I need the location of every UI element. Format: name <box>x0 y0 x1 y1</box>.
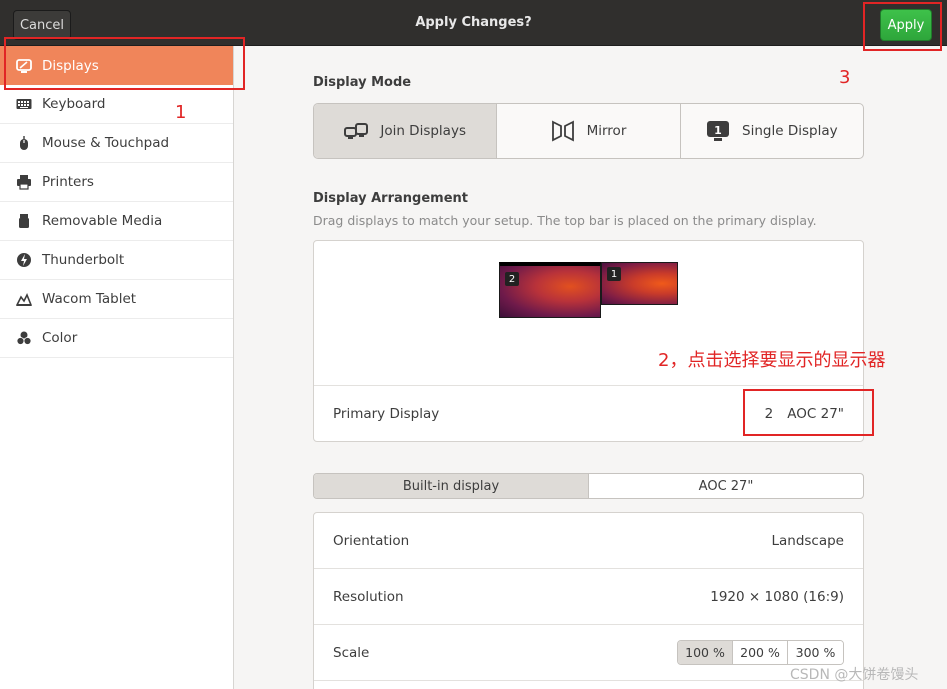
primary-display-name: AOC 27" <box>787 406 844 422</box>
sidebar-item-label: Mouse & Touchpad <box>42 135 170 151</box>
annotation-step-3: 3 <box>839 67 851 88</box>
sidebar: Displays Keyboard Mouse & Touchpad Print… <box>0 46 234 689</box>
sidebar-item-mouse-touchpad[interactable]: Mouse & Touchpad <box>0 124 233 163</box>
sidebar-item-color[interactable]: Color <box>0 319 233 358</box>
sidebar-item-keyboard[interactable]: Keyboard <box>0 85 233 124</box>
sidebar-item-printers[interactable]: Printers <box>0 163 233 202</box>
tab-aoc-27[interactable]: AOC 27" <box>589 474 863 498</box>
apply-button[interactable]: Apply <box>880 9 932 41</box>
display-arrangement-heading: Display Arrangement <box>313 191 468 206</box>
display-mode-heading: Display Mode <box>313 75 412 90</box>
header-bar: Cancel Apply Changes? Apply <box>0 0 947 46</box>
annotation-step-2: 2，点击选择要显示的显示器 <box>658 350 886 371</box>
sidebar-item-thunderbolt[interactable]: Thunderbolt <box>0 241 233 280</box>
tab-built-in-display[interactable]: Built-in display <box>314 474 589 498</box>
mirror-label: Mirror <box>586 123 627 139</box>
thunderbolt-icon <box>15 251 33 269</box>
watermark: CSDN @大饼卷馒头 <box>790 667 919 683</box>
monitor-2-preview[interactable]: 2 <box>499 262 601 318</box>
monitor-1-preview[interactable]: 1 <box>601 262 678 305</box>
sidebar-item-wacom-tablet[interactable]: Wacom Tablet <box>0 280 233 319</box>
settings-window: Cancel Apply Changes? Apply Displays Key… <box>0 0 947 689</box>
single-display-badge: 1 <box>714 124 722 137</box>
primary-display-row[interactable]: Primary Display 2 AOC 27" <box>314 385 863 442</box>
wacom-tablet-icon <box>15 290 33 308</box>
orientation-value[interactable]: Landscape <box>771 533 844 549</box>
display-settings-list: Orientation Landscape Resolution 1920 × … <box>313 512 864 689</box>
sidebar-item-displays[interactable]: Displays <box>0 46 233 85</box>
sidebar-item-label: Thunderbolt <box>42 252 125 268</box>
display-arrangement-description: Drag displays to match your setup. The t… <box>313 213 817 228</box>
printer-icon <box>15 173 33 191</box>
single-display-icon: 1 <box>707 121 730 141</box>
scale-selector: 100 % 200 % 300 % <box>677 640 844 665</box>
display-arrangement-panel: 2 1 Primary Display 2 AOC 27" <box>313 240 864 442</box>
monitor-number: 1 <box>607 267 621 281</box>
keyboard-icon <box>15 95 33 113</box>
orientation-label: Orientation <box>333 532 410 549</box>
display-mode-selector: Join Displays Mirror 1 Single Display <box>313 103 864 159</box>
display-tabs: Built-in display AOC 27" <box>313 473 864 499</box>
sidebar-item-removable-media[interactable]: Removable Media <box>0 202 233 241</box>
single-display-button[interactable]: 1 Single Display <box>681 104 863 158</box>
removable-media-icon <box>15 212 33 230</box>
scale-300-button[interactable]: 300 % <box>788 641 843 664</box>
mirror-button[interactable]: Mirror <box>497 104 681 158</box>
sidebar-item-label: Printers <box>42 174 94 190</box>
color-icon <box>15 329 33 347</box>
single-display-label: Single Display <box>742 123 838 139</box>
resolution-label: Resolution <box>333 588 404 605</box>
sidebar-item-label: Color <box>42 330 78 346</box>
monitor-number: 2 <box>505 272 519 286</box>
annotation-step-1: 1 <box>175 102 187 123</box>
scale-row: Scale 100 % 200 % 300 % <box>314 625 863 681</box>
join-displays-label: Join Displays <box>380 123 466 139</box>
sidebar-item-label: Removable Media <box>42 213 163 229</box>
resolution-row[interactable]: Resolution 1920 × 1080 (16:9) <box>314 569 863 625</box>
mouse-icon <box>15 134 33 152</box>
resolution-value[interactable]: 1920 × 1080 (16:9) <box>710 589 844 605</box>
mirror-icon <box>551 120 574 142</box>
orientation-row[interactable]: Orientation Landscape <box>314 513 863 569</box>
window-title: Apply Changes? <box>415 15 532 30</box>
join-displays-button[interactable]: Join Displays <box>314 104 498 158</box>
primary-display-value[interactable]: 2 AOC 27" <box>765 406 844 422</box>
primary-display-label: Primary Display <box>333 406 440 422</box>
join-displays-icon <box>344 123 369 139</box>
sidebar-item-label: Displays <box>42 57 99 74</box>
display-icon <box>15 57 33 75</box>
scale-200-button[interactable]: 200 % <box>733 641 788 664</box>
sidebar-item-label: Keyboard <box>42 96 106 112</box>
scale-100-button[interactable]: 100 % <box>678 641 733 664</box>
primary-display-number: 2 <box>764 406 774 422</box>
sidebar-item-label: Wacom Tablet <box>42 291 137 307</box>
scale-label: Scale <box>333 644 370 661</box>
